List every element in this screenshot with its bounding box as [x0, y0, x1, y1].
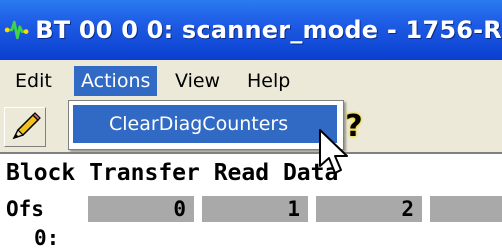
column-header-3 — [430, 196, 502, 222]
title-bar[interactable]: BT 00 0 0: scanner_mode - 1756-R — [0, 0, 502, 60]
menu-edit[interactable]: Edit — [8, 66, 59, 96]
panel-heading: Block Transfer Read Data — [6, 160, 339, 186]
column-header-1: 1 — [202, 196, 308, 222]
offset-header-row: Ofs 0 1 2 — [0, 194, 502, 226]
menu-help[interactable]: Help — [240, 66, 297, 96]
app-icon — [4, 20, 29, 40]
column-header-2: 2 — [316, 196, 422, 222]
menu-bar: Edit Actions View Help — [0, 60, 502, 103]
column-header-0: 0 — [88, 196, 194, 222]
menu-item-clear-diag-counters[interactable]: ClearDiagCounters — [73, 105, 337, 143]
window-title: BT 00 0 0: scanner_mode - 1756-R — [35, 16, 502, 44]
menu-view[interactable]: View — [168, 66, 227, 96]
mouse-cursor-icon — [319, 129, 348, 174]
ofs-label: Ofs — [6, 197, 44, 221]
menu-actions[interactable]: Actions — [74, 66, 158, 96]
actions-dropdown: ClearDiagCounters — [68, 100, 344, 150]
row-label: 0: — [34, 226, 60, 250]
edit-tool-button[interactable] — [4, 107, 46, 147]
pencil-icon — [12, 112, 41, 140]
block-transfer-panel: Block Transfer Read Data Ofs 0 1 2 0: — [0, 152, 502, 250]
